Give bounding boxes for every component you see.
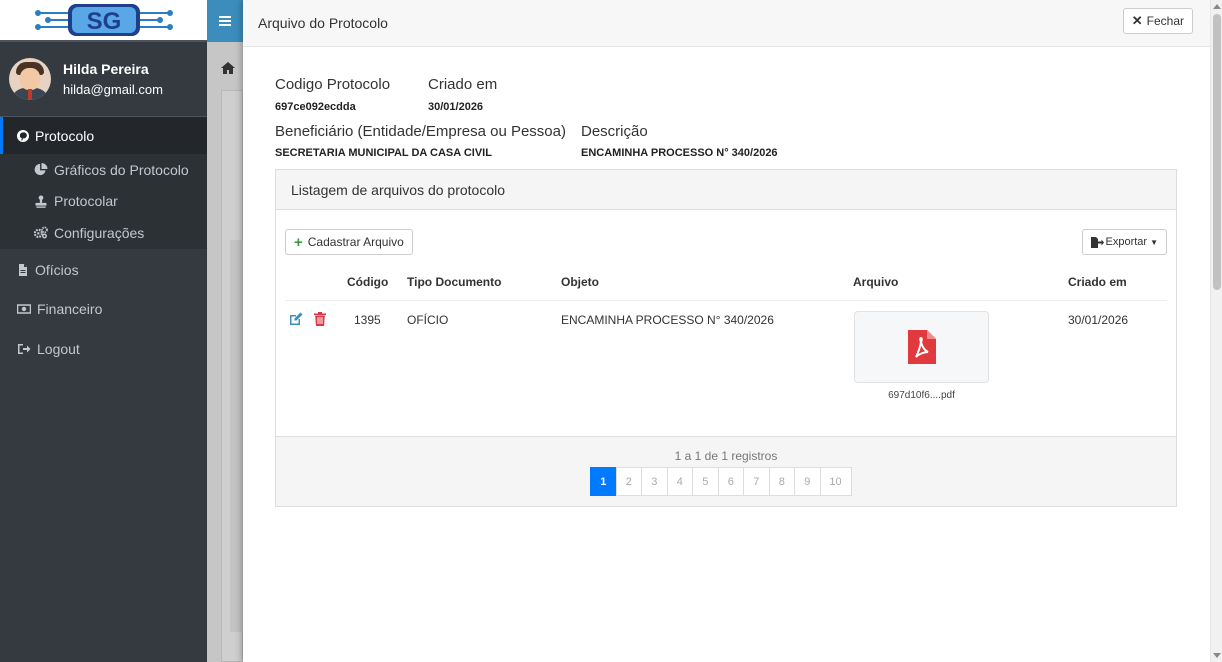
background-row [230,520,243,576]
page-button-10[interactable]: 10 [819,467,852,496]
page-button-1[interactable]: 1 [590,467,617,496]
sidebar-item-financeiro[interactable]: Financeiro [0,290,207,328]
page-button-2[interactable]: 2 [615,467,642,496]
beneficiario-label: Beneficiário (Entidade/Empresa ou Pessoa… [275,123,566,140]
close-button[interactable]: ✕ Fechar [1122,8,1193,34]
background-row [230,240,243,296]
pdf-file-thumbnail[interactable] [854,311,989,383]
sidebar-item-label: Ofícios [35,261,79,278]
logo-icon: SG [34,4,173,36]
vertical-scrollbar[interactable] [1210,0,1222,662]
modal-header: Arquivo do Protocolo ✕ Fechar [243,0,1210,47]
page-button-4[interactable]: 4 [666,467,693,496]
page-button-9[interactable]: 9 [794,467,821,496]
sidebar-subitem-label: Gráficos do Protocolo [54,161,189,178]
user-email: hilda@gmail.com [63,82,163,97]
page-button-3[interactable]: 3 [641,467,668,496]
cell-criado: 30/01/2026 [1068,313,1129,327]
sidebar-item-label: Financeiro [37,300,103,317]
user-panel[interactable]: Hilda Pereira hilda@gmail.com [0,42,207,117]
criado-value: 30/01/2026 [428,101,484,113]
scroll-thumb[interactable] [1213,14,1221,290]
column-header-arquivo[interactable]: Arquivo [853,275,898,289]
cell-codigo: 1395 [354,313,381,327]
sign-out-icon [18,343,31,354]
sidebar-subitem-graficos[interactable]: Gráficos do Protocolo [0,154,207,186]
column-header-objeto[interactable]: Objeto [561,275,599,289]
table-header-divider [285,300,1167,301]
descricao-value: ENCAMINHA PROCESSO N° 340/2026 [581,147,778,159]
panel-footer: 1 a 1 de 1 registros 1 2 3 4 5 6 7 8 9 1… [276,436,1176,506]
sidebar-item-label: Protocolo [35,127,95,144]
add-file-button[interactable]: + Cadastrar Arquivo [285,229,413,255]
background-row [230,576,243,632]
column-header-tipo[interactable]: Tipo Documento [407,275,501,289]
sidebar-item-logout[interactable]: Logout [0,330,207,368]
codigo-value: 697ce092ecdda [275,101,356,113]
background-row [230,296,243,352]
records-count: 1 a 1 de 1 registros [674,449,778,463]
sidebar: SG Hilda Pereira hilda@gmail.com Protoco… [0,0,207,662]
brand-logo[interactable]: SG [0,0,207,42]
cogs-icon [34,226,48,239]
hamburger-icon [219,16,231,26]
stamp-icon [35,195,47,208]
trash-icon[interactable] [314,312,326,326]
edit-icon[interactable] [289,312,303,326]
home-icon [221,62,235,74]
cell-objeto: ENCAMINHA PROCESSO N° 340/2026 [561,313,774,327]
file-name-link[interactable]: 697d10f6....pdf [854,390,989,401]
caret-down-icon: ▼ [1150,237,1158,247]
page-button-7[interactable]: 7 [743,467,770,496]
user-name: Hilda Pereira [63,61,149,77]
sidebar-subitem-protocolar[interactable]: Protocolar [0,186,207,218]
pinterest-icon [17,129,29,142]
column-header-codigo[interactable]: Código [347,275,388,289]
close-icon: ✕ [1131,13,1143,28]
cell-tipo: OFÍCIO [407,313,449,327]
sidebar-subitem-label: Configurações [54,224,145,241]
export-label: Exportar [1105,236,1148,248]
export-icon [1090,236,1104,248]
add-file-label: Cadastrar Arquivo [307,235,404,249]
background-row [230,352,243,408]
page-button-6[interactable]: 6 [717,467,744,496]
pie-chart-icon [34,163,48,176]
sidebar-toggle-button[interactable] [207,0,243,42]
sidebar-subitem-configuracoes[interactable]: Configurações [0,217,207,249]
page-button-8[interactable]: 8 [768,467,795,496]
sidebar-subitem-label: Protocolar [54,193,118,210]
modal-title: Arquivo do Protocolo [258,15,388,31]
sidebar-item-protocolo[interactable]: Protocolo [0,117,207,154]
scroll-down-arrow-icon[interactable] [1213,653,1221,658]
background-row [230,408,243,464]
protocolo-submenu: Gráficos do Protocolo Protocolar Configu… [0,154,207,249]
brand-text: SG [86,8,121,35]
column-header-criado[interactable]: Criado em [1068,275,1127,289]
export-button[interactable]: Exportar ▼ [1081,229,1167,255]
protocol-files-modal: Arquivo do Protocolo ✕ Fechar Codigo Pro… [243,0,1210,662]
panel-heading: Listagem de arquivos do protocolo [276,170,1176,210]
sidebar-item-oficios[interactable]: Ofícios [0,251,207,289]
pagination: 1 2 3 4 5 6 7 8 9 10 [590,467,852,496]
scroll-up-arrow-icon[interactable] [1213,4,1221,9]
criado-label: Criado em [428,76,498,93]
descricao-label: Descrição [581,123,648,140]
avatar [9,58,51,100]
close-label: Fechar [1146,14,1184,28]
sidebar-item-label: Logout [37,340,80,357]
file-icon [19,263,27,276]
plus-icon: + [294,233,303,251]
pdf-icon [907,330,936,364]
files-panel: Listagem de arquivos do protocolo + Cada… [275,169,1177,507]
money-icon [17,303,31,314]
page-button-5[interactable]: 5 [692,467,719,496]
codigo-label: Codigo Protocolo [275,76,391,93]
background-row [230,464,243,520]
beneficiario-value: SECRETARIA MUNICIPAL DA CASA CIVIL [275,147,492,159]
